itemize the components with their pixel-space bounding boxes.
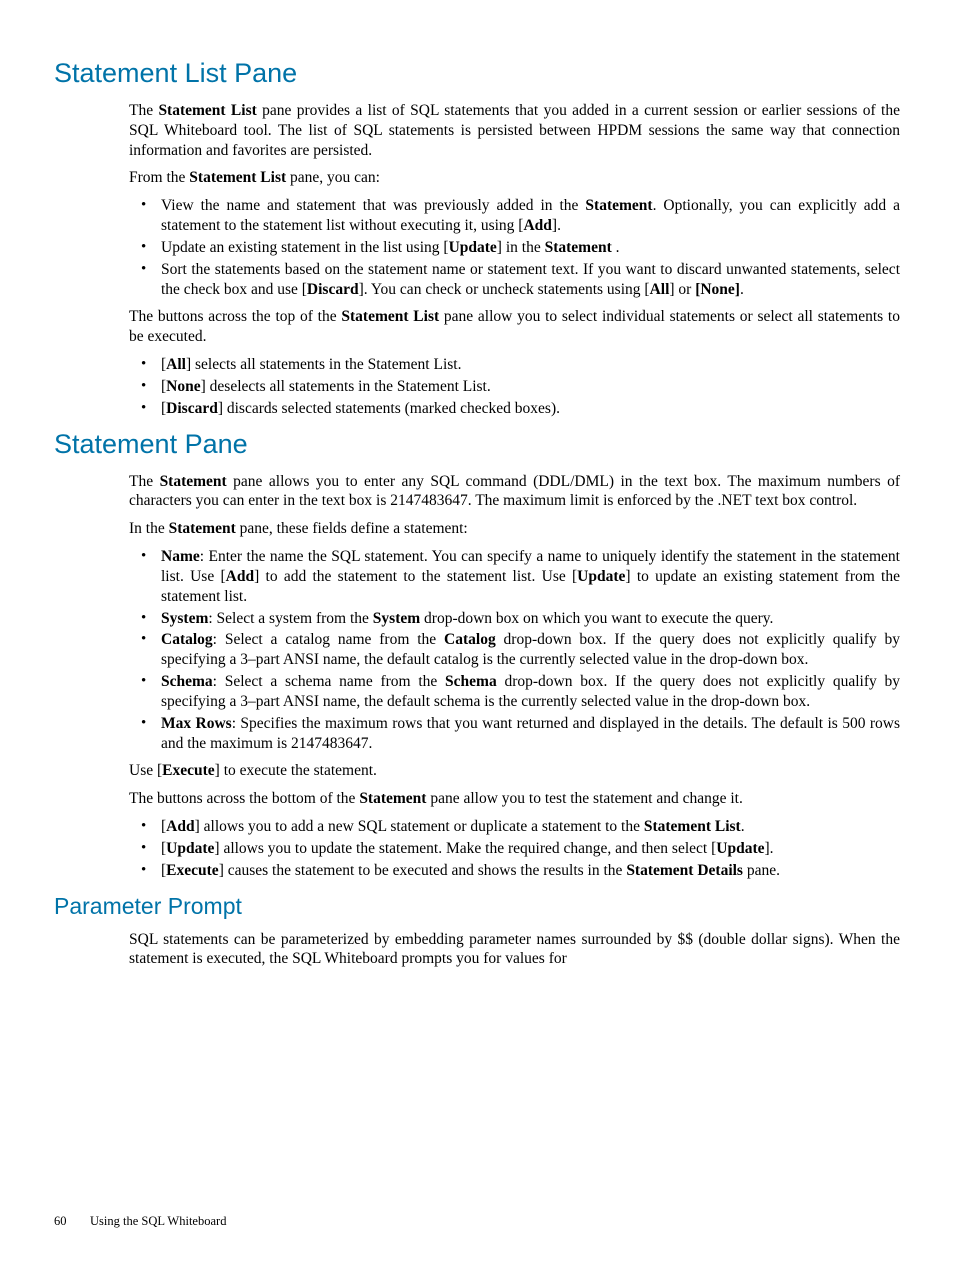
list-item: [All] selects all statements in the Stat… <box>129 355 900 375</box>
bullet-list: Name: Enter the name the SQL statement. … <box>129 547 900 753</box>
bullet-list: [Add] allows you to add a new SQL statem… <box>129 817 900 880</box>
list-item: Name: Enter the name the SQL statement. … <box>129 547 900 606</box>
section2-body: The Statement pane allows you to enter a… <box>129 472 900 881</box>
heading-parameter-prompt: Parameter Prompt <box>54 893 900 920</box>
section3-body: SQL statements can be parameterized by e… <box>129 930 900 970</box>
list-item: [Update] allows you to update the statem… <box>129 839 900 859</box>
list-item: [None] deselects all statements in the S… <box>129 377 900 397</box>
paragraph: In the Statement pane, these fields defi… <box>129 519 900 539</box>
footer-chapter: Using the SQL Whiteboard <box>90 1214 226 1228</box>
list-item: Sort the statements based on the stateme… <box>129 260 900 300</box>
list-item: [Execute] causes the statement to be exe… <box>129 861 900 881</box>
paragraph: The Statement pane allows you to enter a… <box>129 472 900 512</box>
list-item: Update an existing statement in the list… <box>129 238 900 258</box>
paragraph: The buttons across the bottom of the Sta… <box>129 789 900 809</box>
section1-body: The Statement List pane provides a list … <box>129 101 900 419</box>
list-item: View the name and statement that was pre… <box>129 196 900 236</box>
list-item: Catalog: Select a catalog name from the … <box>129 630 900 670</box>
bullet-list: View the name and statement that was pre… <box>129 196 900 299</box>
paragraph: The Statement List pane provides a list … <box>129 101 900 160</box>
paragraph: From the Statement List pane, you can: <box>129 168 900 188</box>
list-item: System: Select a system from the System … <box>129 609 900 629</box>
paragraph: The buttons across the top of the Statem… <box>129 307 900 347</box>
heading-statement-pane: Statement Pane <box>54 429 900 460</box>
bullet-list: [All] selects all statements in the Stat… <box>129 355 900 418</box>
list-item: Schema: Select a schema name from the Sc… <box>129 672 900 712</box>
list-item: [Discard] discards selected statements (… <box>129 399 900 419</box>
page-footer: 60Using the SQL Whiteboard <box>54 1214 226 1229</box>
paragraph: SQL statements can be parameterized by e… <box>129 930 900 970</box>
list-item: [Add] allows you to add a new SQL statem… <box>129 817 900 837</box>
heading-statement-list-pane: Statement List Pane <box>54 58 900 89</box>
paragraph: Use [Execute] to execute the statement. <box>129 761 900 781</box>
page-number: 60 <box>54 1214 90 1229</box>
list-item: Max Rows: Specifies the maximum rows tha… <box>129 714 900 754</box>
